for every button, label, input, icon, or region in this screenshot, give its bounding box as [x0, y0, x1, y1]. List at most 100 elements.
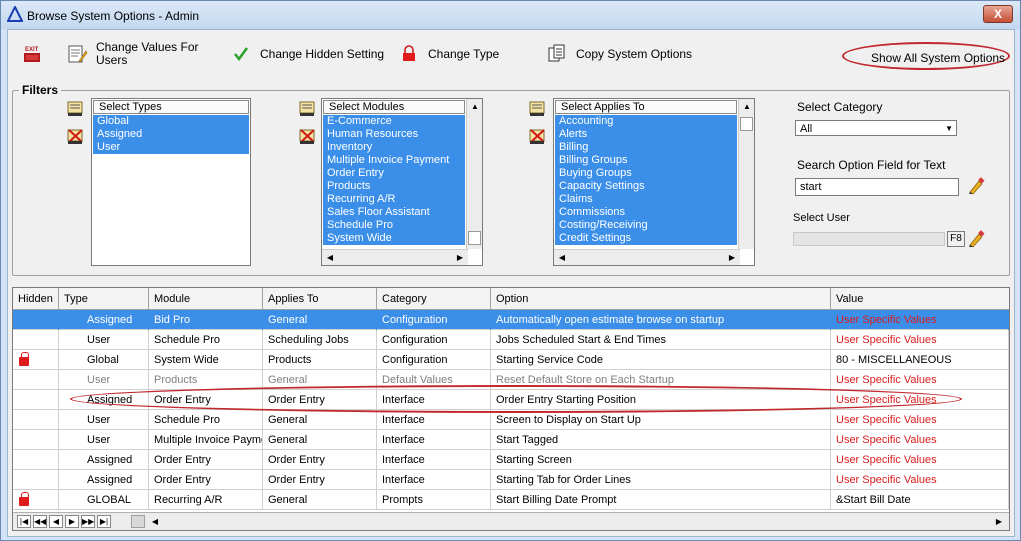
table-row[interactable]: Assigned Order Entry Order Entry Interface S… [13, 450, 1009, 470]
modules-listbox[interactable]: Select Modules E-Commerce Human Resource… [321, 98, 483, 266]
column-header-hidden[interactable]: Hidden [13, 288, 59, 310]
module-item[interactable]: System Wide [323, 232, 465, 245]
checkmark-icon [234, 47, 249, 62]
cell-type: Global [59, 350, 149, 370]
first-record-icon[interactable]: |◀ [17, 515, 31, 528]
module-item[interactable]: Recurring A/R [323, 193, 465, 206]
cell-applies: Order Entry [263, 450, 377, 470]
clear-modules-icon[interactable] [299, 127, 317, 145]
scroll-left-icon[interactable]: ◀ [554, 250, 570, 265]
table-row[interactable]: User Schedule Pro General Interface Screen t… [13, 410, 1009, 430]
select-all-applies-icon[interactable] [529, 99, 547, 117]
module-item[interactable]: E-Commerce [323, 115, 465, 128]
select-user-input[interactable] [793, 232, 945, 246]
cell-type: Assigned [59, 310, 149, 330]
close-button[interactable]: X [983, 5, 1013, 23]
module-item[interactable]: Products [323, 180, 465, 193]
cell-type: User [59, 430, 149, 450]
type-item[interactable]: Global [93, 115, 249, 128]
column-header-category[interactable]: Category [377, 288, 491, 310]
cell-hidden [13, 370, 59, 390]
last-record-icon[interactable]: ▶| [97, 515, 111, 528]
previous-page-icon[interactable]: ◀◀ [33, 515, 47, 528]
column-header-option[interactable]: Option [491, 288, 831, 310]
scroll-up-icon[interactable]: ▲ [739, 99, 754, 115]
cell-option: Starting Service Code [491, 350, 831, 370]
f8-button[interactable]: F8 [947, 231, 965, 247]
copy-system-options-button[interactable]: Copy System Options [546, 40, 692, 68]
column-header-applies-to[interactable]: Applies To [263, 288, 377, 310]
select-category-label: Select Category [797, 100, 883, 114]
scroll-right-icon[interactable]: ▶ [724, 250, 740, 265]
types-listbox[interactable]: Select Types Global Assigned User [91, 98, 251, 266]
applies-to-listbox[interactable]: Select Applies To Accounting Alerts Bill… [553, 98, 755, 266]
scroll-thumb[interactable] [740, 117, 753, 131]
applies-item[interactable]: Credit Settings [555, 232, 737, 245]
applies-horizontal-scrollbar[interactable]: ◀ ▶ [554, 249, 740, 265]
applies-item[interactable]: Buying Groups [555, 167, 737, 180]
next-record-icon[interactable]: ▶ [65, 515, 79, 528]
module-item[interactable]: Inventory [323, 141, 465, 154]
table-row[interactable]: Assigned Bid Pro General Configuration Autom… [13, 310, 1009, 330]
change-type-button[interactable]: Change Type [398, 40, 499, 68]
modules-horizontal-scrollbar[interactable]: ◀ ▶ [322, 249, 468, 265]
applies-item[interactable]: Capacity Settings [555, 180, 737, 193]
cell-module: Recurring A/R [149, 490, 263, 510]
applies-item[interactable]: Commissions [555, 206, 737, 219]
module-item[interactable]: Sales Floor Assistant [323, 206, 465, 219]
exit-button[interactable]: EXIT [22, 40, 52, 68]
table-row[interactable]: Assigned Order Entry Order Entry Interface S… [13, 470, 1009, 490]
table-row[interactable]: Global System Wide Products Configuration St… [13, 350, 1009, 370]
scroll-right-icon[interactable]: ▶ [452, 250, 468, 265]
category-select[interactable]: All ▼ [795, 120, 957, 136]
scroll-thumb[interactable] [468, 231, 481, 245]
change-values-button[interactable]: Change Values For Users [66, 40, 199, 68]
show-all-system-options-button[interactable]: Show All System Options [842, 42, 1010, 70]
applies-item[interactable]: Billing [555, 141, 737, 154]
scroll-right-icon[interactable]: ▶ [991, 514, 1007, 530]
type-item[interactable]: User [93, 141, 249, 154]
cell-hidden [13, 410, 59, 430]
applies-item[interactable]: Accounting [555, 115, 737, 128]
table-row[interactable]: User Schedule Pro Scheduling Jobs Configura… [13, 330, 1009, 350]
applies-item[interactable]: Billing Groups [555, 154, 737, 167]
clear-types-icon[interactable] [67, 127, 85, 145]
table-row[interactable]: User Multiple Invoice Payme General Interfa… [13, 430, 1009, 450]
svg-text:EXIT: EXIT [25, 47, 39, 53]
select-all-types-icon[interactable] [67, 99, 85, 117]
search-option-input[interactable]: start [795, 178, 959, 196]
clear-applies-icon[interactable] [529, 127, 547, 145]
select-user-label: Select User [793, 212, 850, 224]
module-item[interactable]: Human Resources [323, 128, 465, 141]
change-hidden-setting-button[interactable]: Change Hidden Setting [230, 40, 384, 68]
cell-hidden [13, 430, 59, 450]
cell-hidden [13, 390, 59, 410]
previous-record-icon[interactable]: ◀ [49, 515, 63, 528]
applies-vertical-scrollbar[interactable]: ▲ [738, 99, 754, 249]
module-item[interactable]: Schedule Pro [323, 219, 465, 232]
dropdown-arrow-icon[interactable]: ▼ [945, 121, 953, 137]
user-pencil-icon[interactable] [967, 230, 985, 248]
module-item[interactable]: Order Entry [323, 167, 465, 180]
search-pencil-icon[interactable] [967, 177, 985, 195]
modules-vertical-scrollbar[interactable]: ▲ [466, 99, 482, 249]
types-header: Select Types [93, 100, 249, 114]
applies-item[interactable]: Claims [555, 193, 737, 206]
cell-category: Interface [377, 410, 491, 430]
applies-item[interactable]: Alerts [555, 128, 737, 141]
applies-item[interactable]: Costing/Receiving [555, 219, 737, 232]
scroll-left-icon[interactable]: ◀ [322, 250, 338, 265]
scroll-left-icon[interactable]: ◀ [147, 514, 163, 530]
column-header-type[interactable]: Type [59, 288, 149, 310]
table-row[interactable]: GLOBAL Recurring A/R General Prompts Start B… [13, 490, 1009, 510]
select-all-modules-icon[interactable] [299, 99, 317, 117]
type-item[interactable]: Assigned [93, 128, 249, 141]
hscroll-thumb[interactable] [131, 515, 145, 528]
cell-value: User Specific Values [831, 370, 1009, 390]
scroll-up-icon[interactable]: ▲ [467, 99, 482, 115]
column-header-module[interactable]: Module [149, 288, 263, 310]
column-header-value[interactable]: Value [831, 288, 1009, 310]
next-page-icon[interactable]: ▶▶ [81, 515, 95, 528]
cell-value: User Specific Values [831, 470, 1009, 490]
module-item[interactable]: Multiple Invoice Payment [323, 154, 465, 167]
